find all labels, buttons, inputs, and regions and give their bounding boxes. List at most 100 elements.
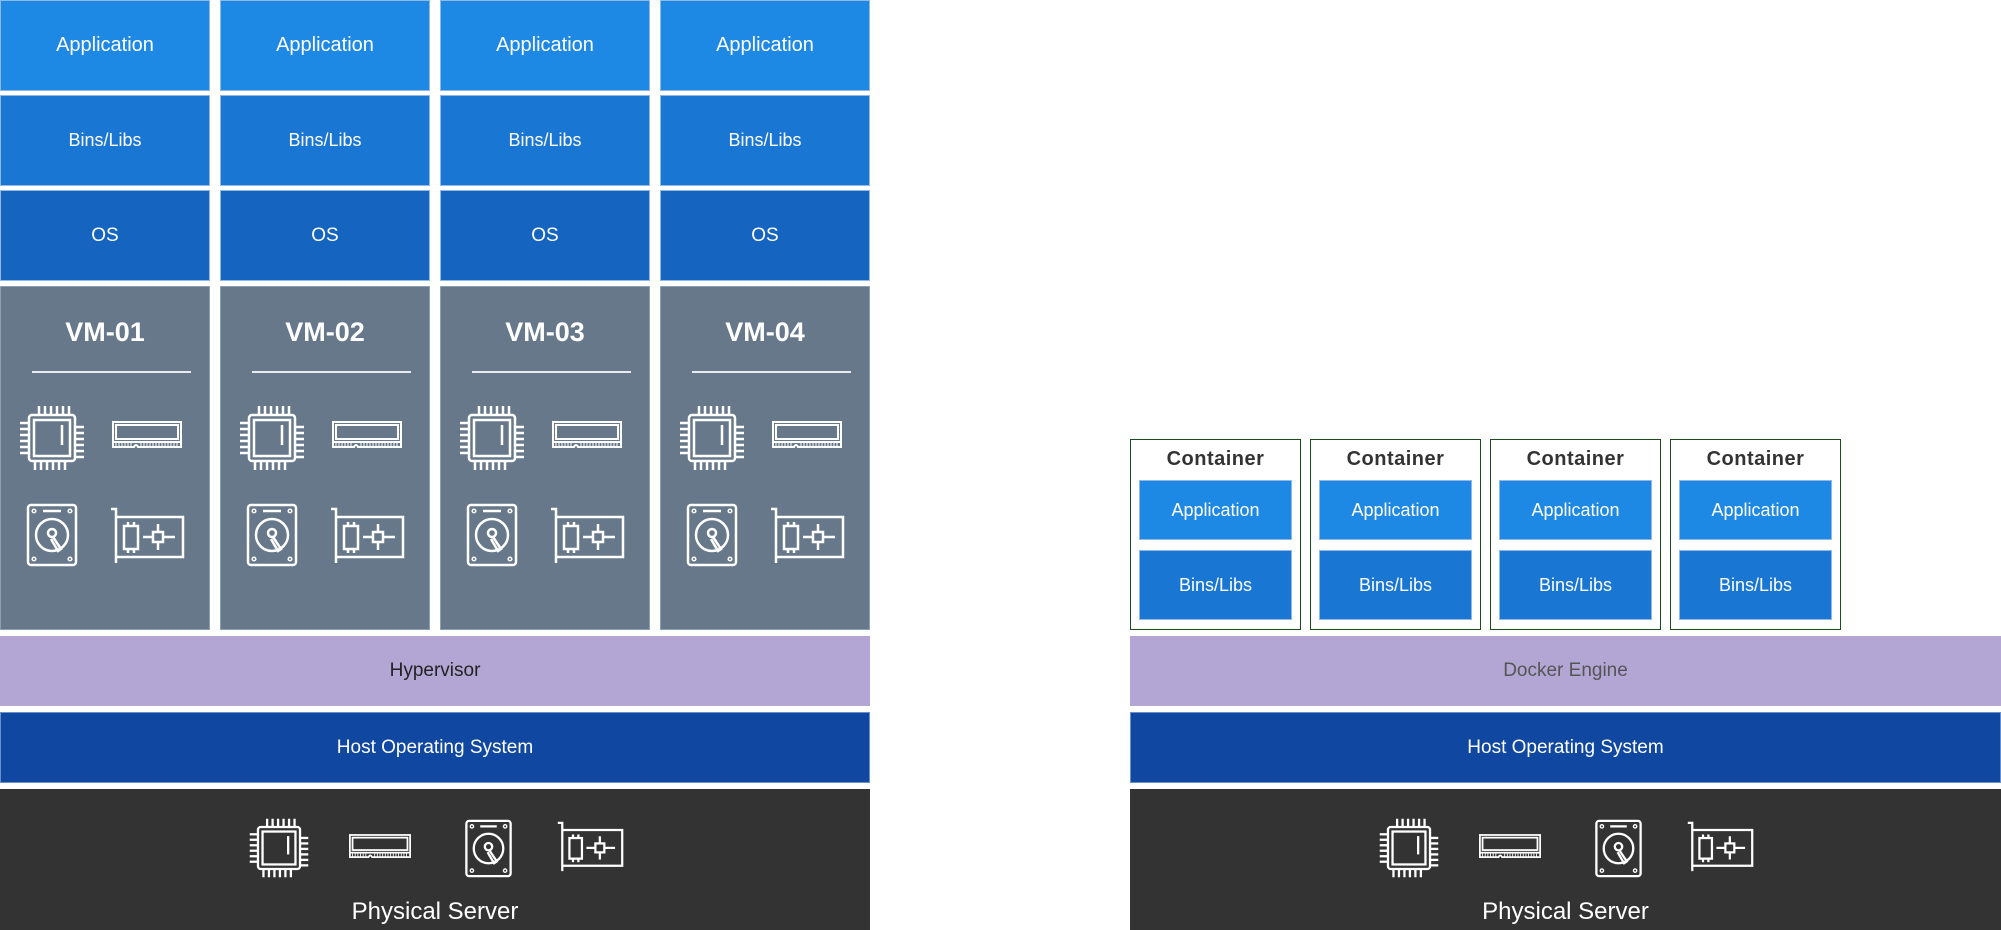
- container-application-layer: Application: [1139, 480, 1292, 540]
- vm-guest-os-label: OS: [91, 224, 119, 246]
- physical-server-layer: Physical Server: [1130, 789, 2001, 930]
- vm-divider: [692, 371, 851, 373]
- container-bins-libs-layer: Bins/Libs: [1319, 550, 1472, 620]
- hard-disk-icon: [246, 503, 298, 567]
- cpu-icon: [247, 816, 311, 880]
- container-application-layer: Application: [1499, 480, 1652, 540]
- container-box: Container Application Bins/Libs: [1310, 439, 1481, 630]
- vm-application-layer: Application: [660, 0, 870, 91]
- host-os-label: Host Operating System: [1467, 736, 1664, 758]
- host-os-layer: Host Operating System: [1130, 712, 2001, 783]
- virtual-machine-box: VM-04: [660, 286, 870, 630]
- vm-column-3: Application Bins/Libs OS VM-03: [440, 0, 650, 630]
- container-bins-libs-label: Bins/Libs: [1358, 574, 1433, 595]
- vm-application-label: Application: [56, 34, 154, 56]
- vm-bins-libs-layer: Bins/Libs: [440, 95, 650, 186]
- container-bins-libs-layer: Bins/Libs: [1139, 550, 1292, 620]
- vm-guest-os-layer: OS: [0, 190, 210, 281]
- vm-bins-libs-layer: Bins/Libs: [0, 95, 210, 186]
- network-card-icon: [549, 507, 625, 565]
- container-title: Container: [1526, 448, 1625, 470]
- physical-server-label: Physical Server: [1482, 898, 1649, 925]
- hard-disk-icon: [464, 819, 513, 878]
- vm-column-4: Application Bins/Libs OS VM-04: [660, 0, 870, 630]
- vm-bins-libs-label: Bins/Libs: [728, 130, 802, 150]
- physical-server-label: Physical Server: [351, 898, 519, 925]
- vm-name: VM-02: [285, 317, 365, 347]
- container-box: Container Application Bins/Libs: [1490, 439, 1661, 630]
- vm-divider: [252, 371, 411, 373]
- network-card-icon: [1686, 821, 1754, 873]
- host-os-label: Host Operating System: [336, 736, 534, 758]
- vm-bins-libs-label: Bins/Libs: [68, 130, 142, 150]
- ram-icon: [552, 421, 622, 449]
- network-card-icon: [329, 507, 405, 565]
- vm-name: VM-04: [725, 317, 805, 347]
- network-card-icon: [556, 821, 624, 873]
- container-box: Container Application Bins/Libs: [1670, 439, 1841, 630]
- container-bins-libs-label: Bins/Libs: [1718, 574, 1793, 595]
- vm-bins-libs-label: Bins/Libs: [288, 130, 362, 150]
- cpu-icon: [457, 403, 527, 473]
- hard-disk-icon: [1594, 819, 1643, 878]
- container-application-layer: Application: [1319, 480, 1472, 540]
- hypervisor-label: Hypervisor: [389, 660, 481, 681]
- network-card-icon: [769, 507, 845, 565]
- container-bins-libs-layer: Bins/Libs: [1499, 550, 1652, 620]
- cpu-icon: [1377, 816, 1441, 880]
- vm-guest-os-layer: OS: [440, 190, 650, 281]
- container-bins-libs-label: Bins/Libs: [1178, 574, 1253, 595]
- container-application-label: Application: [1171, 499, 1260, 520]
- hypervisor-layer: Hypervisor: [0, 636, 870, 706]
- container-application-label: Application: [1531, 499, 1620, 520]
- vm-application-label: Application: [496, 34, 594, 56]
- docker-engine-label: Docker Engine: [1503, 660, 1628, 681]
- container-title: Container: [1166, 448, 1265, 470]
- ram-icon: [332, 421, 402, 449]
- vm-name: VM-03: [505, 317, 585, 347]
- virtual-machine-box: VM-03: [440, 286, 650, 630]
- container-bins-libs-label: Bins/Libs: [1538, 574, 1613, 595]
- virtual-machine-box: VM-02: [220, 286, 430, 630]
- hard-disk-icon: [466, 503, 518, 567]
- container-title: Container: [1346, 448, 1445, 470]
- vm-bins-libs-layer: Bins/Libs: [660, 95, 870, 186]
- vm-guest-os-label: OS: [311, 224, 339, 246]
- vm-divider: [32, 371, 191, 373]
- vm-divider: [472, 371, 631, 373]
- cpu-icon: [237, 403, 307, 473]
- container-application-layer: Application: [1679, 480, 1832, 540]
- vm-application-layer: Application: [220, 0, 430, 91]
- vm-application-layer: Application: [440, 0, 650, 91]
- vm-column-2: Application Bins/Libs OS VM-02: [220, 0, 430, 630]
- vm-guest-os-label: OS: [751, 224, 779, 246]
- container-box: Container Application Bins/Libs: [1130, 439, 1301, 630]
- container-bins-libs-layer: Bins/Libs: [1679, 550, 1832, 620]
- cpu-icon: [17, 403, 87, 473]
- container-title: Container: [1706, 448, 1805, 470]
- vm-guest-os-layer: OS: [660, 190, 870, 281]
- host-os-layer: Host Operating System: [0, 712, 870, 783]
- vm-column-1: Application Bins/Libs OS VM-01: [0, 0, 210, 630]
- vm-application-layer: Application: [0, 0, 210, 91]
- network-card-icon: [109, 507, 185, 565]
- ram-icon: [772, 421, 842, 449]
- vm-guest-os-layer: OS: [220, 190, 430, 281]
- virtual-machine-box: VM-01: [0, 286, 210, 630]
- ram-icon: [349, 834, 411, 859]
- vm-bins-libs-label: Bins/Libs: [508, 130, 582, 150]
- vm-application-label: Application: [276, 34, 374, 56]
- ram-icon: [112, 421, 182, 449]
- cpu-icon: [677, 403, 747, 473]
- vm-name: VM-01: [65, 317, 145, 347]
- vm-bins-libs-layer: Bins/Libs: [220, 95, 430, 186]
- container-application-label: Application: [1711, 499, 1800, 520]
- container-application-label: Application: [1351, 499, 1440, 520]
- ram-icon: [1479, 834, 1541, 859]
- vm-guest-os-label: OS: [531, 224, 559, 246]
- vm-application-label: Application: [716, 34, 814, 56]
- hard-disk-icon: [26, 503, 78, 567]
- hard-disk-icon: [686, 503, 738, 567]
- physical-server-layer: Physical Server: [0, 789, 870, 930]
- docker-engine-layer: Docker Engine: [1130, 636, 2001, 706]
